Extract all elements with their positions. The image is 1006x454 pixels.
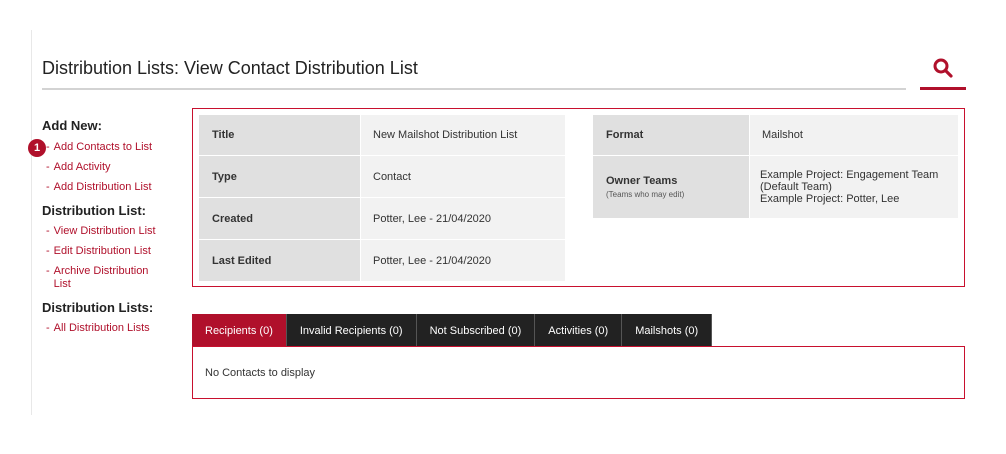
sidebar-link-archive-distribution-list[interactable]: - Archive Distribution List <box>42 265 172 291</box>
tab-activities[interactable]: Activities (0) <box>535 314 623 347</box>
owner-team-2: Example Project: Potter, Lee <box>760 193 900 205</box>
owner-teams-value-cell: Example Project: Engagement Team (Defaul… <box>750 156 958 218</box>
tab-not-subscribed[interactable]: Not Subscribed (0) <box>416 314 536 347</box>
empty-message: No Contacts to display <box>205 367 316 379</box>
tab-recipients[interactable]: Recipients (0) <box>192 314 287 347</box>
sidebar-link-add-contacts[interactable]: - Add Contacts to List <box>42 141 182 154</box>
title-label: Title <box>199 115 360 155</box>
last-edited-label: Last Edited <box>199 240 360 281</box>
sidebar-link-add-distribution-list[interactable]: - Add Distribution List <box>42 181 182 194</box>
sidebar-heading-add-new: Add New: <box>42 118 102 133</box>
sidebar-link-label: Add Distribution List <box>53 181 152 193</box>
format-label: Format <box>593 115 749 155</box>
type-value: Contact <box>361 156 565 197</box>
tab-label: Not Subscribed (0) <box>429 324 522 337</box>
sidebar-link-edit-distribution-list[interactable]: - Edit Distribution List <box>42 245 182 258</box>
sidebar-link-all-distribution-lists[interactable]: - All Distribution Lists <box>42 322 182 335</box>
sidebar-link-label: Add Activity <box>53 161 111 173</box>
format-value: Mailshot <box>750 115 958 155</box>
owner-team-1: Example Project: Engagement Team <box>760 169 939 181</box>
sidebar-heading-distribution-lists: Distribution Lists: <box>42 300 154 315</box>
created-label: Created <box>199 198 360 239</box>
sidebar-link-label: View Distribution List <box>53 225 156 237</box>
title-divider <box>42 88 906 90</box>
sidebar-link-label: Edit Distribution List <box>53 245 151 257</box>
tab-label: Activities (0) <box>548 324 609 337</box>
tab-label: Recipients (0) <box>205 324 273 337</box>
search-underline <box>920 87 966 90</box>
type-label: Type <box>199 156 360 197</box>
owner-teams-label: Owner Teams <box>606 175 678 187</box>
created-value: Potter, Lee - 21/04/2020 <box>361 198 565 239</box>
last-edited-value: Potter, Lee - 21/04/2020 <box>361 240 565 281</box>
content-left-border <box>31 30 32 415</box>
sidebar-link-label: Archive Distribution List <box>53 265 149 290</box>
details-panel: Title New Mailshot Distribution List Typ… <box>192 108 965 287</box>
owner-teams-label-cell: Owner Teams (Teams who may edit) <box>593 156 749 218</box>
tab-label: Invalid Recipients (0) <box>299 324 403 337</box>
sidebar-link-label: Add Contacts to List <box>53 141 153 153</box>
page-title: Distribution Lists: View Contact Distrib… <box>42 58 418 78</box>
search-button[interactable] <box>920 52 966 90</box>
tab-mailshots[interactable]: Mailshots (0) <box>622 314 713 347</box>
step-badge: 1 <box>28 139 46 157</box>
owner-team-1-note: (Default Team) <box>760 181 832 193</box>
sidebar-section-add-new: Add New: 1 - Add Contacts to List - Add Ac… <box>28 118 182 194</box>
sidebar-link-add-activity[interactable]: - Add Activity <box>42 161 182 174</box>
title-value: New Mailshot Distribution List <box>361 115 565 155</box>
sidebar-section-distribution-lists: Distribution Lists: - All Distribution Li… <box>42 300 182 335</box>
sidebar: Add New: 1 - Add Contacts to List - Add Ac… <box>28 118 182 335</box>
search-icon <box>933 58 953 78</box>
tab-panel: No Contacts to display <box>192 346 965 399</box>
sidebar-heading-distribution-list: Distribution List: <box>42 203 146 218</box>
sidebar-section-distribution-list: Distribution List: - View Distribution Li… <box>42 203 182 291</box>
tab-bar: Recipients (0) Invalid Recipients (0) No… <box>192 314 713 347</box>
owner-teams-sublabel: (Teams who may edit) <box>606 190 685 199</box>
sidebar-link-label: All Distribution Lists <box>53 322 150 334</box>
sidebar-link-view-distribution-list[interactable]: - View Distribution List <box>42 225 182 238</box>
tab-label: Mailshots (0) <box>635 324 699 337</box>
tab-invalid-recipients[interactable]: Invalid Recipients (0) <box>286 314 417 347</box>
